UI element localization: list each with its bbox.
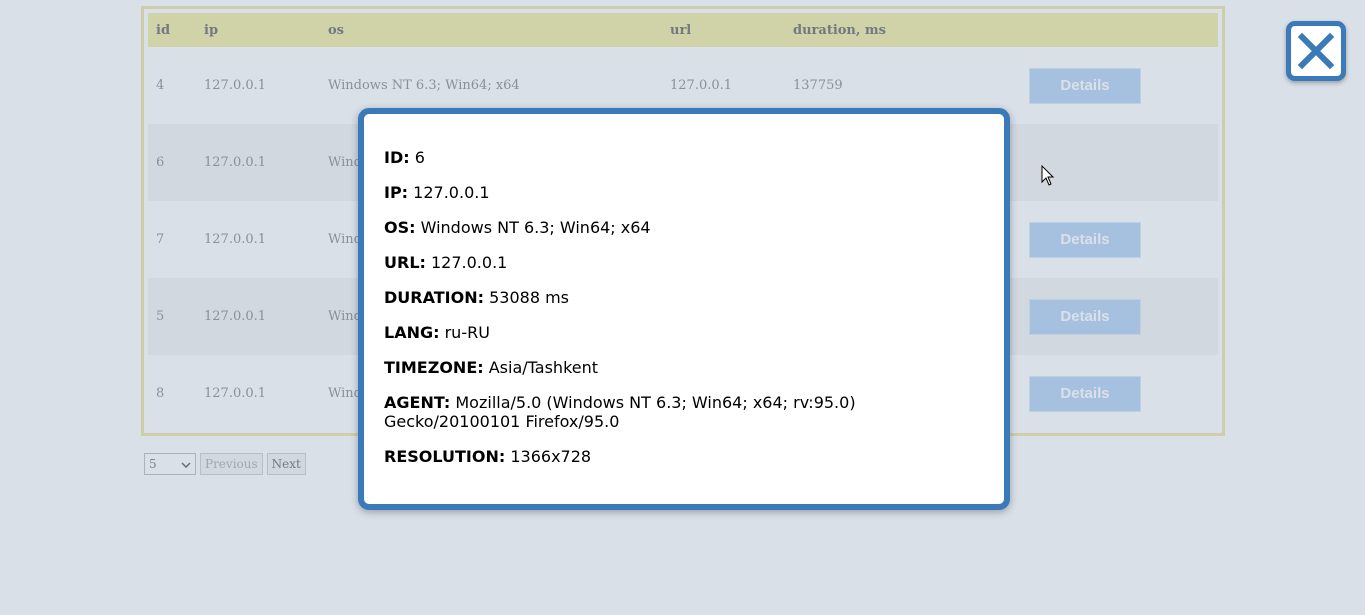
close-button[interactable]	[1286, 21, 1346, 81]
detail-agent: AGENT: Mozilla/5.0 (Windows NT 6.3; Win6…	[384, 393, 904, 431]
detail-value: Asia/Tashkent	[488, 358, 599, 377]
detail-value: Mozilla/5.0 (Windows NT 6.3; Win64; x64;…	[384, 393, 856, 431]
detail-value: Windows NT 6.3; Win64; x64	[420, 218, 651, 237]
close-icon	[1291, 32, 1341, 80]
detail-resolution: RESOLUTION: 1366x728	[384, 447, 1004, 466]
detail-url: URL: 127.0.0.1	[384, 253, 1004, 272]
detail-label: URL:	[384, 253, 426, 272]
session-details-modal: ID: 6 IP: 127.0.0.1 OS: Windows NT 6.3; …	[358, 108, 1010, 510]
detail-value: 1366x728	[510, 447, 592, 466]
detail-label: TIMEZONE:	[384, 358, 484, 377]
detail-id: ID: 6	[384, 148, 1004, 167]
detail-value: 53088 ms	[489, 288, 569, 307]
detail-value: 6	[414, 148, 425, 167]
detail-value: 127.0.0.1	[431, 253, 508, 272]
detail-label: ID:	[384, 148, 410, 167]
detail-label: OS:	[384, 218, 416, 237]
detail-lang: LANG: ru-RU	[384, 323, 1004, 342]
detail-label: RESOLUTION:	[384, 447, 506, 466]
detail-value: 127.0.0.1	[413, 183, 490, 202]
detail-timezone: TIMEZONE: Asia/Tashkent	[384, 358, 1004, 377]
detail-value: ru-RU	[444, 323, 490, 342]
detail-label: DURATION:	[384, 288, 484, 307]
detail-label: LANG:	[384, 323, 440, 342]
detail-ip: IP: 127.0.0.1	[384, 183, 1004, 202]
detail-label: IP:	[384, 183, 409, 202]
detail-duration: DURATION: 53088 ms	[384, 288, 1004, 307]
detail-os: OS: Windows NT 6.3; Win64; x64	[384, 218, 1004, 237]
detail-label: AGENT:	[384, 393, 451, 412]
mouse-cursor-icon	[1041, 164, 1055, 191]
